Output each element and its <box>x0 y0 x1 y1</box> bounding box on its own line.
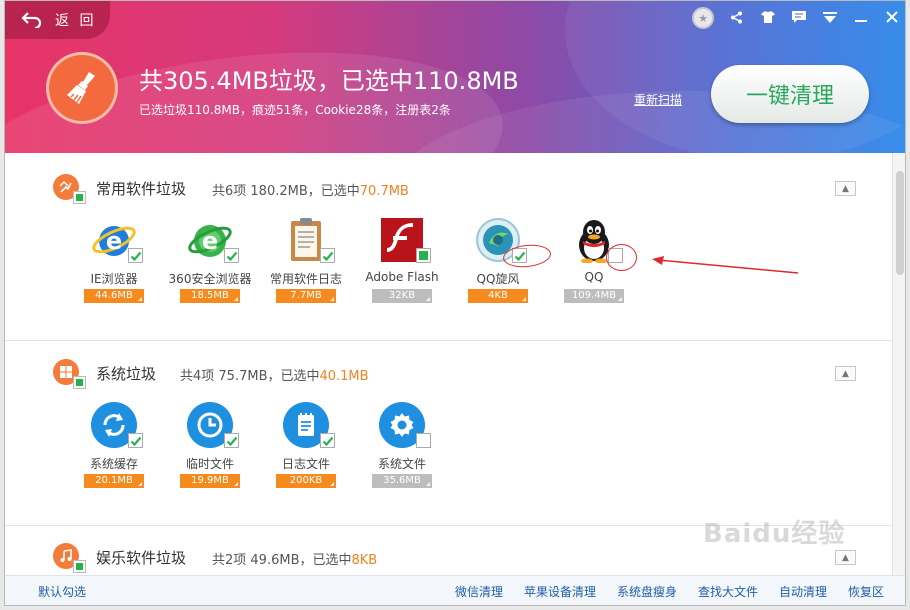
item-checkbox[interactable] <box>128 248 143 263</box>
item-checkbox[interactable] <box>224 248 239 263</box>
back-button[interactable]: 返 回 <box>5 1 110 39</box>
collapse-button[interactable]: ▲ <box>835 181 856 196</box>
footer-link-recovery-area[interactable]: 恢复区 <box>848 583 884 600</box>
item-label: QQ <box>584 270 604 284</box>
rescan-link[interactable]: 重新扫描 <box>634 91 682 108</box>
item-label: 系统缓存 <box>89 457 138 471</box>
item-label: 系统文件 <box>377 457 426 471</box>
section-summary: 共2项 49.6MB，已选中8KB <box>212 553 378 568</box>
item-label: Adobe Flash <box>365 270 439 284</box>
section-system: 系统垃圾 共4项 75.7MB，已选中40.1MB ▲ 系统缓存 20.1MB … <box>5 341 892 525</box>
default-select-link[interactable]: 默认勾选 <box>38 583 86 600</box>
item-system-files[interactable]: 系统文件 35.6MB <box>359 402 445 502</box>
annotation-circle-qq <box>606 244 637 271</box>
close-icon[interactable] <box>876 1 905 33</box>
section-title: 常用软件垃圾 <box>96 180 187 198</box>
footer-link-wechat-clean[interactable]: 微信清理 <box>455 583 503 600</box>
item-size-badge: 44.6MB <box>84 289 144 303</box>
item-checkbox[interactable] <box>320 433 335 448</box>
feedback-icon[interactable] <box>783 1 814 33</box>
item-checkbox[interactable] <box>416 248 431 263</box>
svg-text:e: e <box>202 227 218 255</box>
footer-link-system-disk-slim[interactable]: 系统盘瘦身 <box>617 583 677 600</box>
item-ie-browser[interactable]: e IE浏览器 44.6MB <box>71 217 157 317</box>
scrollbar-thumb[interactable] <box>896 171 904 275</box>
broom-icon <box>46 52 118 124</box>
back-label: 返 回 <box>55 13 97 29</box>
header-banner: 返 回 ★ 共305.4MB垃圾，已选中110.8MB 已选垃圾110.8MB，… <box>5 1 905 153</box>
svg-text:e: e <box>106 227 122 255</box>
item-size-badge: 35.6MB <box>372 474 432 488</box>
item-checkbox[interactable] <box>224 433 239 448</box>
item-label: 360安全浏览器 <box>168 272 252 286</box>
item-360-browser[interactable]: e 360安全浏览器 18.5MB <box>167 217 253 317</box>
section-summary: 共6项 180.2MB，已选中70.7MB <box>212 184 409 199</box>
share-icon[interactable] <box>721 1 752 33</box>
item-temp-files[interactable]: 临时文件 19.9MB <box>167 402 253 502</box>
back-arrow-icon <box>21 12 42 28</box>
one-click-clean-button[interactable]: 一键清理 <box>711 65 869 123</box>
scan-summary: 已选垃圾110.8MB，痕迹51条，Cookie28条，注册表2条 <box>139 103 451 117</box>
section-checkbox[interactable] <box>73 560 86 573</box>
footer-link-auto-clean[interactable]: 自动清理 <box>779 583 827 600</box>
minimize-icon[interactable] <box>845 1 876 33</box>
item-label: 常用软件日志 <box>269 272 342 286</box>
item-label: 日志文件 <box>281 457 330 471</box>
item-system-cache[interactable]: 系统缓存 20.1MB <box>71 402 157 502</box>
baidu-watermark: Baidu经验 <box>703 519 846 549</box>
item-checkbox[interactable] <box>320 248 335 263</box>
skin-medal-icon[interactable]: ★ <box>692 7 714 29</box>
section-checkbox[interactable] <box>73 191 86 204</box>
item-size-badge: 109.4MB <box>564 289 624 303</box>
annotation-arrow-icon <box>652 256 799 274</box>
collapse-button[interactable]: ▲ <box>835 366 856 381</box>
item-size-badge: 19.9MB <box>180 474 240 488</box>
section-summary: 共4项 75.7MB，已选中40.1MB <box>180 369 369 384</box>
page-title: 共305.4MB垃圾，已选中110.8MB <box>139 67 519 95</box>
menu-dropdown-icon[interactable] <box>814 1 845 33</box>
item-size-badge: 200KB <box>276 474 336 488</box>
item-size-badge: 4KB <box>468 289 528 303</box>
item-size-badge: 20.1MB <box>84 474 144 488</box>
tshirt-skin-icon[interactable] <box>752 1 783 33</box>
item-size-badge: 32KB <box>372 289 432 303</box>
collapse-button[interactable]: ▲ <box>835 550 856 565</box>
item-checkbox[interactable] <box>128 433 143 448</box>
item-size-badge: 7.7MB <box>276 289 336 303</box>
item-software-log[interactable]: 常用软件日志 7.7MB <box>263 217 349 317</box>
footer-link-apple-device-clean[interactable]: 苹果设备清理 <box>524 583 596 600</box>
item-label: IE浏览器 <box>90 272 138 286</box>
section-checkbox[interactable] <box>73 376 86 389</box>
section-common-software: 常用软件垃圾 共6项 180.2MB，已选中70.7MB ▲ e IE浏览器 4… <box>5 153 892 341</box>
vertical-scrollbar[interactable] <box>892 153 905 575</box>
item-label: QQ旋风 <box>476 272 520 286</box>
item-size-badge: 18.5MB <box>180 289 240 303</box>
section-title: 娱乐软件垃圾 <box>96 549 187 567</box>
item-qq-whirlwind[interactable]: QQ旋风 4KB <box>455 217 541 317</box>
footer-bar: 默认勾选 微信清理 苹果设备清理 系统盘瘦身 查找大文件 自动清理 恢复区 <box>5 575 905 605</box>
item-adobe-flash[interactable]: Adobe Flash 32KB <box>359 217 445 317</box>
app-window: 返 回 ★ 共305.4MB垃圾，已选中110.8MB 已选垃圾110.8MB，… <box>4 0 906 606</box>
item-label: 临时文件 <box>185 457 234 471</box>
item-log-files[interactable]: 日志文件 200KB <box>263 402 349 502</box>
item-checkbox[interactable] <box>416 433 431 448</box>
section-title: 系统垃圾 <box>96 365 157 383</box>
footer-link-find-large-files[interactable]: 查找大文件 <box>698 583 758 600</box>
window-controls <box>721 1 905 33</box>
